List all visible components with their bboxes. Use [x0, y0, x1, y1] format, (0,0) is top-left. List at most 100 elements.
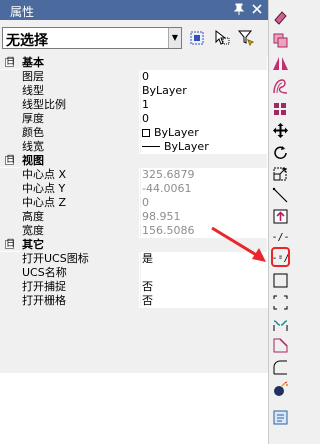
collapse-icon[interactable]: 日 — [5, 156, 15, 165]
array-icon[interactable] — [271, 100, 290, 119]
selection-row: 无选择 ▼ — [0, 24, 268, 54]
property-value[interactable]: ByLayer — [141, 140, 268, 154]
property-row[interactable]: 线宽 ByLayer — [0, 140, 268, 154]
property-name: 颜色 — [20, 126, 140, 140]
property-value[interactable]: 否 — [141, 280, 268, 294]
property-value: 325.6879 — [141, 168, 268, 182]
row-gutter — [0, 210, 20, 224]
category-label: 基本 — [20, 56, 268, 70]
property-grid: 日基本 图层 0 线型 ByLayer 线型比例 1 厚度 0 颜色 ByLayer 线宽 ByLaye… — [0, 56, 268, 308]
category-row[interactable]: 日基本 — [0, 56, 268, 70]
property-value[interactable]: 1 — [141, 98, 268, 112]
selection-dropdown[interactable]: 无选择 ▼ — [2, 27, 182, 49]
property-name: 高度 — [20, 210, 140, 224]
pin-icon[interactable] — [232, 2, 246, 16]
property-value[interactable]: ByLayer — [141, 126, 268, 140]
close-icon[interactable] — [250, 2, 264, 16]
row-gutter — [0, 112, 20, 126]
explode-icon[interactable] — [271, 380, 290, 399]
property-value: -44.0061 — [141, 182, 268, 196]
join-icon[interactable] — [271, 315, 290, 334]
property-value-text: -44.0061 — [142, 182, 192, 195]
mirror-icon[interactable] — [271, 54, 290, 73]
row-gutter — [0, 252, 20, 266]
quick-select-icon[interactable] — [236, 28, 256, 48]
property-value-text: 156.5086 — [142, 224, 195, 237]
property-name: 图层 — [20, 70, 140, 84]
selection-value: 无选择 — [6, 33, 48, 49]
category-row[interactable]: 日视图 — [0, 154, 268, 168]
rotate-icon[interactable] — [271, 143, 290, 162]
property-value-text: 98.951 — [142, 210, 181, 223]
property-value-text: 否 — [142, 294, 153, 307]
property-row[interactable]: 图层 0 — [0, 70, 268, 84]
row-gutter — [0, 196, 20, 210]
property-value-text: 0 — [142, 70, 149, 83]
property-value[interactable]: 0 — [141, 112, 268, 126]
property-value-text: 1 — [142, 98, 149, 111]
break-icon[interactable] — [271, 293, 290, 312]
property-value-text: ByLayer — [142, 84, 187, 97]
property-row[interactable]: 中心点 X 325.6879 — [0, 168, 268, 182]
quick-properties-icon[interactable] — [271, 408, 290, 427]
row-gutter — [0, 140, 20, 154]
property-row[interactable]: 中心点 Y -44.0061 — [0, 182, 268, 196]
red-arrow-annotation — [211, 226, 266, 262]
property-value-text: 是 — [142, 252, 153, 265]
break-at-point-icon[interactable] — [271, 271, 290, 290]
color-swatch — [142, 129, 150, 137]
property-value[interactable]: 否 — [141, 294, 268, 308]
row-gutter — [0, 280, 20, 294]
lineweight-sample — [142, 146, 160, 147]
property-row[interactable]: 颜色 ByLayer — [0, 126, 268, 140]
property-row[interactable]: 打开捕捉否 — [0, 280, 268, 294]
property-value[interactable]: ByLayer — [141, 84, 268, 98]
panel-titlebar[interactable]: 属性 — [0, 0, 268, 20]
chamfer-icon[interactable] — [271, 336, 290, 355]
toggle-pickadd-icon[interactable] — [188, 28, 208, 48]
property-row[interactable]: 打开栅格否 — [0, 294, 268, 308]
grid-empty-area — [0, 373, 268, 444]
property-row[interactable]: 中心点 Z0 — [0, 196, 268, 210]
copy-icon[interactable] — [271, 31, 290, 50]
property-name: 打开捕捉 — [20, 280, 140, 294]
fillet-icon[interactable] — [271, 358, 290, 377]
row-gutter — [0, 84, 20, 98]
property-name: 厚度 — [20, 112, 140, 126]
property-value-text: 否 — [142, 280, 153, 293]
property-name: 中心点 Z — [20, 196, 140, 210]
property-name: 宽度 — [20, 224, 140, 238]
property-name: UCS名称 — [20, 266, 140, 280]
property-row[interactable]: 线型 ByLayer — [0, 84, 268, 98]
property-name: 中心点 X — [20, 168, 140, 182]
category-label: 视图 — [20, 154, 268, 168]
row-gutter — [0, 168, 20, 182]
select-objects-icon[interactable] — [212, 28, 232, 48]
scale-icon[interactable] — [271, 165, 290, 184]
property-value-text: 325.6879 — [142, 168, 195, 181]
property-row[interactable]: 厚度 0 — [0, 112, 268, 126]
property-name: 打开UCS图标 — [20, 252, 140, 266]
erase-icon[interactable] — [271, 8, 290, 27]
collapse-icon[interactable]: 日 — [5, 240, 15, 249]
stretch-icon[interactable] — [271, 186, 290, 205]
row-gutter — [0, 70, 20, 84]
property-name: 打开栅格 — [20, 294, 140, 308]
property-name: 线型比例 — [20, 98, 140, 112]
collapse-icon[interactable]: 日 — [5, 58, 15, 67]
row-gutter — [0, 266, 20, 280]
property-name: 线型 — [20, 84, 140, 98]
row-gutter — [0, 224, 20, 238]
property-value[interactable]: 0 — [141, 70, 268, 84]
panel-title: 属性 — [10, 5, 35, 19]
row-gutter — [0, 126, 20, 140]
property-value-text: ByLayer — [164, 140, 209, 153]
row-gutter — [0, 98, 20, 112]
property-row[interactable]: 线型比例 1 — [0, 98, 268, 112]
property-name: 中心点 Y — [20, 182, 140, 196]
move-icon[interactable] — [271, 121, 290, 140]
offset-icon[interactable] — [271, 77, 290, 96]
property-value-text: 0 — [142, 196, 149, 209]
chevron-down-icon[interactable]: ▼ — [168, 28, 181, 48]
row-gutter — [0, 294, 20, 308]
